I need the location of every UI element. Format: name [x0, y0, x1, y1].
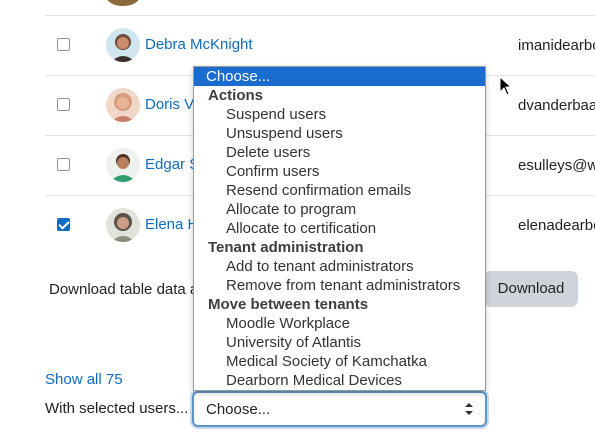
optgroup-actions: Actions	[208, 87, 264, 104]
option-tenant-dearborn[interactable]: Dearborn Medical Devices	[194, 371, 485, 390]
option-tenant-atlantis[interactable]: University of Atlantis	[194, 333, 485, 352]
show-all-link[interactable]: Show all 75	[45, 371, 123, 388]
row-checkbox[interactable]	[57, 38, 70, 51]
option-add-tenant-admin[interactable]: Add to tenant administrators	[194, 257, 485, 276]
bulk-action-dropdown-list: Choose... Actions Suspend users Unsuspen…	[193, 66, 486, 391]
option-resend-confirmation[interactable]: Resend confirmation emails	[194, 181, 485, 200]
avatar	[106, 28, 140, 62]
bulk-action-select[interactable]: Choose...	[192, 391, 487, 427]
avatar	[106, 88, 140, 122]
option-unsuspend-users[interactable]: Unsuspend users	[194, 124, 485, 143]
row-checkbox[interactable]	[57, 98, 70, 111]
row-checkbox[interactable]	[57, 218, 70, 231]
option-choose[interactable]: Choose...	[194, 67, 485, 86]
user-name-link[interactable]: Debra McKnight	[145, 36, 253, 53]
optgroup-tenant-admin: Tenant administration	[208, 239, 364, 256]
user-name-link[interactable]: Edgar S	[145, 156, 199, 173]
avatar-partial	[106, 0, 140, 6]
option-confirm-users[interactable]: Confirm users	[194, 162, 485, 181]
avatar	[106, 208, 140, 242]
row-checkbox[interactable]	[57, 158, 70, 171]
option-suspend-users[interactable]: Suspend users	[194, 105, 485, 124]
avatar	[106, 148, 140, 182]
download-table-label: Download table data a	[49, 281, 199, 298]
option-tenant-moodle-workplace[interactable]: Moodle Workplace	[194, 314, 485, 333]
select-arrows-icon	[465, 403, 473, 415]
with-selected-label: With selected users...	[45, 400, 189, 417]
user-email: imanidearbo	[518, 37, 595, 54]
optgroup-move-tenants: Move between tenants	[208, 296, 369, 313]
option-tenant-kamchatka[interactable]: Medical Society of Kamchatka	[194, 352, 485, 371]
select-value: Choose...	[206, 401, 271, 418]
download-button[interactable]: Download	[484, 271, 578, 307]
user-email: esulleys@w	[518, 157, 595, 174]
option-remove-tenant-admin[interactable]: Remove from tenant administrators	[194, 276, 485, 295]
user-email: elenadearbo	[518, 217, 595, 234]
mouse-pointer-icon	[499, 76, 513, 96]
option-allocate-certification[interactable]: Allocate to certification	[194, 219, 485, 238]
user-name-link[interactable]: Elena H	[145, 216, 198, 233]
user-email: dvanderbaa	[518, 97, 595, 114]
option-allocate-program[interactable]: Allocate to program	[194, 200, 485, 219]
option-delete-users[interactable]: Delete users	[194, 143, 485, 162]
